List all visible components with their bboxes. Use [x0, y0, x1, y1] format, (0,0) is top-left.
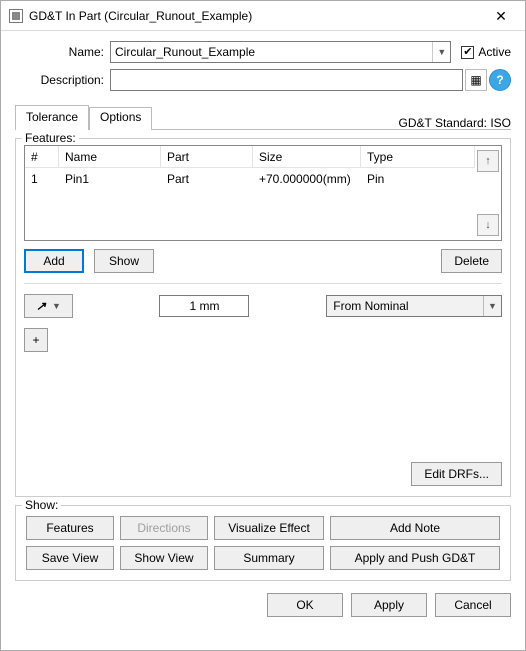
features-table: # Name Part Size Type 1 Pin1 Part +70.00… — [24, 145, 502, 241]
show-legend: Show: — [22, 498, 61, 512]
directions-button: Directions — [120, 516, 208, 540]
description-row: Description: ▦ ? — [15, 69, 511, 91]
tolerance-value-input[interactable] — [159, 295, 249, 317]
reorder-buttons: ↑ ↓ — [475, 146, 501, 240]
col-type: Type — [361, 146, 475, 167]
help-icon: ? — [496, 73, 503, 87]
gear-icon: ▦ — [470, 73, 481, 87]
visualize-effect-button[interactable]: Visualize Effect — [214, 516, 324, 540]
description-label: Description: — [15, 73, 110, 87]
apply-button[interactable]: Apply — [351, 593, 427, 617]
name-row: Name: Circular_Runout_Example ▼ ✔ Active — [15, 41, 511, 63]
window-title: GD&T In Part (Circular_Runout_Example) — [29, 9, 479, 23]
add-tolerance-button[interactable]: + — [24, 328, 48, 352]
content-area: Name: Circular_Runout_Example ▼ ✔ Active… — [1, 31, 525, 650]
cancel-button[interactable]: Cancel — [435, 593, 511, 617]
features-button[interactable]: Features — [26, 516, 114, 540]
add-note-button[interactable]: Add Note — [330, 516, 500, 540]
table-row[interactable]: 1 Pin1 Part +70.000000(mm) Pin — [25, 168, 475, 190]
save-view-button[interactable]: Save View — [26, 546, 114, 570]
cell-type: Pin — [361, 172, 475, 186]
move-down-button[interactable]: ↓ — [477, 214, 499, 236]
tab-tolerance[interactable]: Tolerance — [15, 105, 89, 130]
app-icon — [9, 9, 23, 23]
show-fieldset: Show: Features Directions Visualize Effe… — [15, 505, 511, 581]
symbol-selector[interactable]: ↗ ▼ — [24, 294, 73, 318]
cell-num: 1 — [25, 172, 59, 186]
cell-part: Part — [161, 172, 253, 186]
show-view-button[interactable]: Show View — [120, 546, 208, 570]
close-button[interactable]: ✕ — [479, 2, 523, 30]
mode-dropdown[interactable]: ▼ — [483, 296, 501, 316]
mode-select[interactable]: From Nominal ▼ — [326, 295, 502, 317]
name-value: Circular_Runout_Example — [111, 45, 432, 59]
tolerance-row: ↗ ▼ From Nominal ▼ — [24, 294, 502, 318]
apply-push-button[interactable]: Apply and Push GD&T — [330, 546, 500, 570]
name-label: Name: — [15, 45, 110, 59]
gdt-dialog: GD&T In Part (Circular_Runout_Example) ✕… — [0, 0, 526, 651]
help-button[interactable]: ? — [489, 69, 511, 91]
col-name: Name — [59, 146, 161, 167]
edit-drfs-button[interactable]: Edit DRFs... — [411, 462, 502, 486]
mode-value: From Nominal — [327, 299, 483, 313]
settings-button[interactable]: ▦ — [465, 69, 487, 91]
tab-options[interactable]: Options — [89, 107, 152, 130]
runout-icon: ↗ — [36, 299, 46, 313]
chevron-down-icon: ▼ — [437, 47, 446, 57]
col-size: Size — [253, 146, 361, 167]
chevron-down-icon: ▼ — [488, 301, 497, 311]
name-input[interactable]: Circular_Runout_Example ▼ — [110, 41, 451, 63]
tab-strip: Tolerance Options GD&T Standard: ISO — [15, 105, 511, 130]
name-dropdown[interactable]: ▼ — [432, 42, 450, 62]
features-buttons: Add Show Delete — [24, 249, 502, 273]
dialog-buttons: OK Apply Cancel — [15, 593, 511, 617]
move-up-button[interactable]: ↑ — [477, 150, 499, 172]
chevron-down-icon: ▼ — [52, 301, 61, 311]
separator — [24, 283, 502, 284]
features-fieldset: Features: # Name Part Size Type 1 Pin1 P… — [15, 138, 511, 497]
standard-label: GD&T Standard: ISO — [399, 116, 512, 130]
features-legend: Features: — [22, 131, 79, 145]
delete-button[interactable]: Delete — [441, 249, 502, 273]
ok-button[interactable]: OK — [267, 593, 343, 617]
col-num: # — [25, 146, 59, 167]
add-button[interactable]: Add — [24, 249, 84, 273]
cell-size: +70.000000(mm) — [253, 172, 361, 186]
show-button[interactable]: Show — [94, 249, 154, 273]
cell-name: Pin1 — [59, 172, 161, 186]
description-input[interactable] — [110, 69, 463, 91]
active-label: Active — [478, 45, 511, 59]
summary-button[interactable]: Summary — [214, 546, 324, 570]
active-checkbox[interactable]: ✔ Active — [461, 45, 511, 59]
col-part: Part — [161, 146, 253, 167]
checkbox-icon: ✔ — [461, 46, 474, 59]
titlebar: GD&T In Part (Circular_Runout_Example) ✕ — [1, 1, 525, 31]
table-header: # Name Part Size Type — [25, 146, 475, 168]
